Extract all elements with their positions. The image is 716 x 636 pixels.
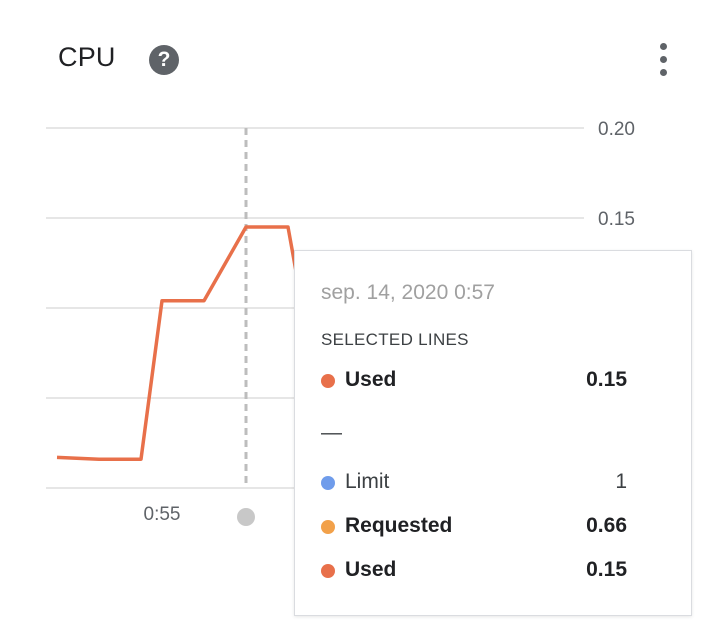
x-tick-label: 0:55: [144, 504, 181, 525]
tooltip-row-value: 0.15: [586, 558, 627, 581]
tooltip-section-label: SELECTED LINES: [321, 330, 469, 349]
tooltip-row-value: 0.15: [586, 368, 627, 391]
series-color-dot: [321, 476, 335, 490]
tooltip-row-value: 0.66: [586, 514, 627, 537]
y-tick-label: 0.15: [598, 209, 635, 230]
tooltip-row-selected-used: Used 0.15: [321, 367, 627, 395]
tooltip-date: sep. 14, 2020 0:57: [321, 281, 495, 304]
tooltip-row-label: Used: [345, 368, 397, 391]
series-color-dot: [321, 564, 335, 578]
tooltip-row-limit: Limit 1: [321, 469, 627, 497]
tooltip-separator: —: [321, 421, 342, 444]
series-color-dot: [321, 520, 335, 534]
series-color-dot: [321, 374, 335, 388]
tooltip-row-used: Used 0.15: [321, 557, 627, 585]
tooltip-row-requested: Requested 0.66: [321, 513, 627, 541]
tooltip-row-label: Limit: [345, 470, 390, 493]
hover-tooltip: sep. 14, 2020 0:57 SELECTED LINES Used 0…: [294, 250, 692, 616]
y-tick-label: 0.20: [598, 119, 635, 140]
crosshair-handle[interactable]: [237, 508, 255, 526]
tooltip-row-value: 1: [615, 470, 627, 493]
tooltip-row-label: Used: [345, 558, 397, 581]
tooltip-row-label: Requested: [345, 514, 453, 537]
